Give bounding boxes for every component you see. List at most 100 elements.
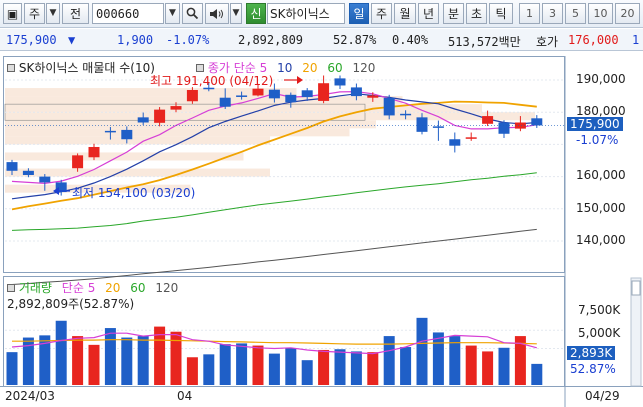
stock-name-field[interactable]: SK하이닉스 — [267, 3, 345, 24]
magnifier-icon — [186, 7, 199, 20]
volume-bar — [268, 353, 280, 385]
candle-body — [498, 122, 510, 134]
candle-body — [400, 113, 412, 116]
volume-value: 2,892,809 — [238, 33, 304, 47]
stock-code-dropdown-button[interactable]: ▼ — [165, 3, 180, 24]
x-tick: 04 — [177, 389, 193, 403]
period-second-tab[interactable]: 초 — [466, 3, 487, 24]
current-price-tag: 175,900 — [567, 117, 623, 131]
legend-box-icon — [7, 64, 15, 72]
quote-bar: 175,900 ▼ 1,900 -1.07% 2,892,809 52.87% … — [0, 29, 643, 51]
volume-legend: 거래량 단순 5 20 60 120 — [7, 279, 178, 296]
ma10-legend: 10 — [277, 61, 293, 75]
candle-body — [531, 118, 543, 126]
stock-chart[interactable] — [0, 52, 643, 407]
period-tick-tab[interactable]: 틱 — [489, 3, 513, 24]
interval-10-button[interactable]: 10 — [588, 3, 613, 24]
period-month-tab[interactable]: 월 — [394, 3, 416, 24]
price-legend: SK하이닉스 매물대 수(10) — [7, 59, 155, 76]
candle-body — [137, 117, 149, 123]
volume-ratio: 52.87% — [333, 33, 377, 47]
candle-body — [465, 137, 477, 139]
volume-profile-band — [5, 112, 535, 121]
volume-bar — [170, 331, 182, 385]
ma20-legend: 20 — [302, 61, 318, 75]
market-mode-dropdown-button[interactable]: ▼ — [46, 3, 60, 24]
period-minute-tab[interactable]: 분 — [443, 3, 464, 24]
volume-bar — [334, 349, 346, 385]
candle-body — [104, 130, 116, 133]
volume-profile-legend: SK하이닉스 매물대 수(10) — [18, 61, 155, 75]
credit-button[interactable]: 신 — [246, 3, 266, 24]
interval-label: 5 — [572, 7, 579, 20]
sound-dropdown-button[interactable]: ▼ — [230, 3, 242, 24]
panel-icon: ▣ — [6, 6, 19, 21]
price-change: 1,900 — [117, 33, 154, 47]
low-annotation: 최저 154,100 (03/20) — [72, 186, 196, 200]
chevron-down-icon: ▼ — [232, 8, 240, 18]
turnover-pct: 0.40% — [392, 33, 429, 47]
volume-bar — [449, 336, 461, 385]
interval-1-button[interactable]: 1 — [519, 3, 540, 24]
candle-body — [72, 155, 84, 169]
candle-body — [334, 78, 346, 86]
current-volume-label: 2,892,809주(52.87%) — [7, 297, 135, 311]
candle-body — [432, 126, 444, 128]
bid-label: 호가 — [536, 35, 559, 49]
candle-body — [268, 89, 280, 99]
volume-bar — [465, 345, 477, 385]
volume-profile-band — [5, 128, 350, 137]
volume-tick: 5,000K — [578, 326, 621, 340]
volume-bar — [203, 354, 215, 385]
price-tick: 140,000 — [576, 233, 626, 247]
interval-20-button[interactable]: 20 — [615, 3, 640, 24]
scroll-up-handle — [631, 280, 641, 296]
period-day-tab[interactable]: 일 — [349, 3, 369, 24]
price-tick: 190,000 — [576, 72, 626, 86]
volume-bar — [432, 332, 444, 385]
volume-bar — [72, 336, 84, 385]
period-label: 틱 — [495, 6, 507, 21]
period-week-tab[interactable]: 주 — [371, 3, 392, 24]
price-tick: 180,000 — [576, 104, 626, 118]
price-tick: 160,000 — [576, 168, 626, 182]
volume-bar — [318, 349, 330, 385]
chevron-down-icon: ▼ — [169, 8, 176, 18]
volume-tick: 7,500K — [578, 303, 621, 317]
candle-body — [482, 116, 494, 124]
period-year-tab[interactable]: 년 — [418, 3, 439, 24]
candle-body — [170, 106, 182, 110]
panel-toggle-button[interactable]: ▣ — [3, 3, 22, 24]
candle-body — [186, 89, 198, 102]
interval-5-button[interactable]: 5 — [565, 3, 586, 24]
volume-legend-title: 거래량 — [18, 281, 52, 295]
high-annotation: 최고 191,400 (04/12) — [150, 74, 274, 88]
chevron-down-icon: ▼ — [49, 8, 57, 18]
stock-code-input[interactable]: 000660 — [92, 3, 164, 24]
candle-body — [252, 88, 264, 96]
volume-profile-band — [5, 136, 270, 145]
volume-profile-band — [5, 96, 403, 105]
vol-ma120-legend: 120 — [155, 281, 179, 295]
price-change-pct: -1.07% — [166, 33, 210, 47]
stock-name: SK하이닉스 — [270, 6, 330, 21]
search-button[interactable] — [182, 3, 203, 24]
volume-ratio-tag: 52.87% — [570, 362, 616, 376]
ma120-legend: 120 — [352, 61, 376, 75]
interval-3-button[interactable]: 3 — [542, 3, 563, 24]
candle-body — [219, 97, 231, 107]
volume-bar — [137, 336, 149, 385]
candle-body — [367, 95, 379, 98]
interval-label: 3 — [549, 7, 556, 20]
candle-body — [88, 146, 100, 158]
stock-code-value: 000660 — [96, 6, 140, 21]
interval-label: 1 — [526, 7, 533, 20]
prev-button[interactable]: 전 — [62, 3, 89, 24]
legend-box-icon — [7, 284, 15, 292]
market-mode-select[interactable]: 주 — [24, 3, 45, 24]
sound-button[interactable] — [205, 3, 229, 24]
x-tick: 2024/03 — [5, 389, 55, 403]
toolbar: ▣ 주 ▼ 전 000660 ▼ ▼ 신 SK하이닉스 일 주 월 년 분 초 … — [0, 0, 643, 28]
candle-body — [285, 94, 297, 103]
candle-body — [383, 97, 395, 116]
